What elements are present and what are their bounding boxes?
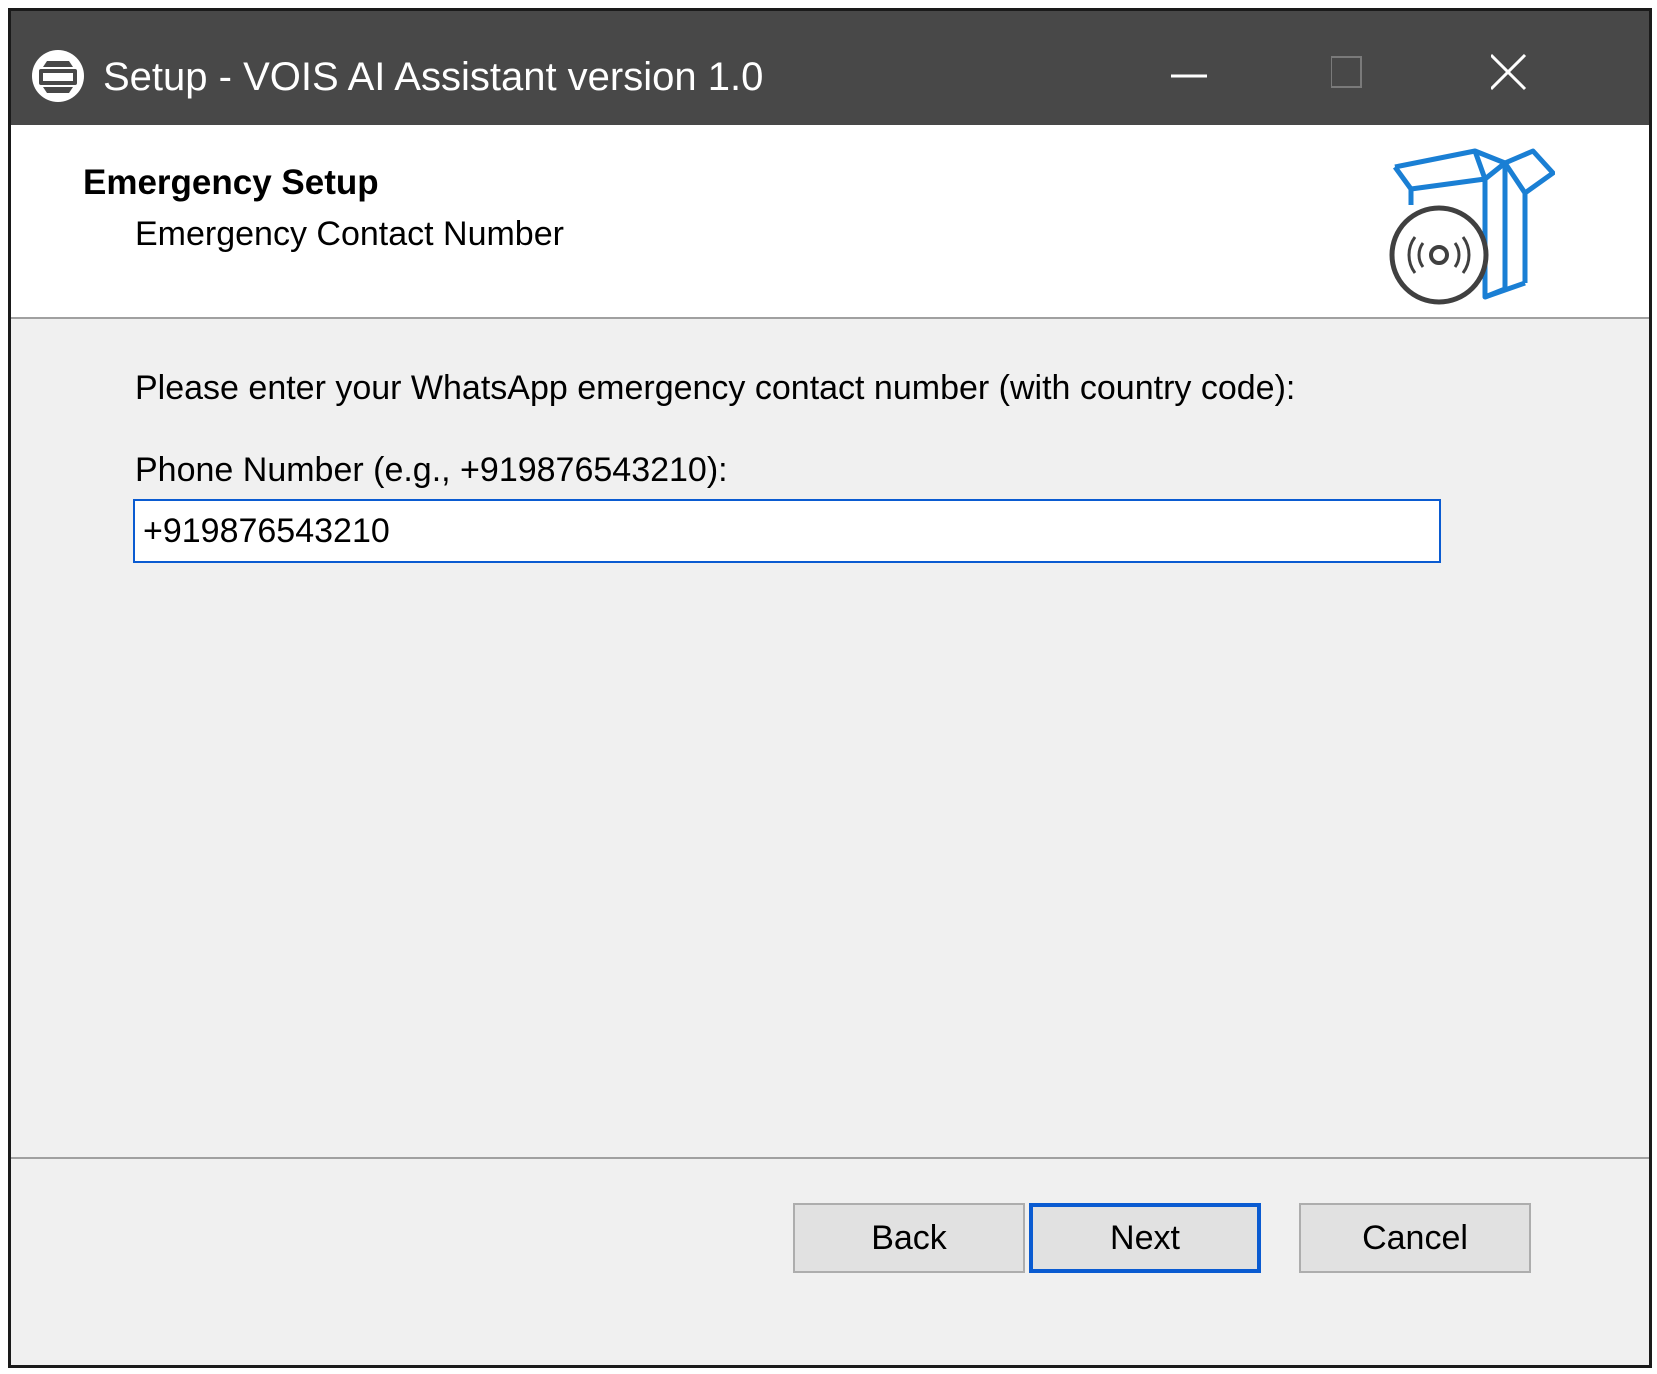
- footer-divider: [11, 1157, 1649, 1159]
- setup-window: Setup - VOIS AI Assistant version 1.0 Em…: [8, 8, 1652, 1368]
- setup-app-icon: [32, 50, 84, 102]
- back-button[interactable]: Back: [793, 1203, 1025, 1273]
- page-title: Emergency Setup: [83, 163, 379, 202]
- maximize-icon: [1330, 56, 1362, 88]
- instructions-text: Please enter your WhatsApp emergency con…: [135, 369, 1296, 407]
- minimize-button[interactable]: [1171, 41, 1281, 111]
- next-button[interactable]: Next: [1029, 1203, 1261, 1273]
- phone-number-input[interactable]: [133, 499, 1441, 563]
- close-icon: [1489, 53, 1527, 91]
- maximize-button[interactable]: [1330, 41, 1441, 111]
- close-button[interactable]: [1489, 41, 1601, 111]
- page-subtitle: Emergency Contact Number: [135, 215, 564, 253]
- phone-number-label: Phone Number (e.g., +919876543210):: [135, 451, 728, 489]
- window-title: Setup - VOIS AI Assistant version 1.0: [103, 55, 764, 99]
- title-bar[interactable]: Setup - VOIS AI Assistant version 1.0: [11, 11, 1649, 125]
- wizard-header: Emergency Setup Emergency Contact Number: [11, 125, 1649, 319]
- wizard-content: Please enter your WhatsApp emergency con…: [11, 319, 1649, 1157]
- cancel-button[interactable]: Cancel: [1299, 1203, 1531, 1273]
- minimize-icon: [1171, 74, 1207, 78]
- software-box-disc-icon: [1389, 148, 1555, 305]
